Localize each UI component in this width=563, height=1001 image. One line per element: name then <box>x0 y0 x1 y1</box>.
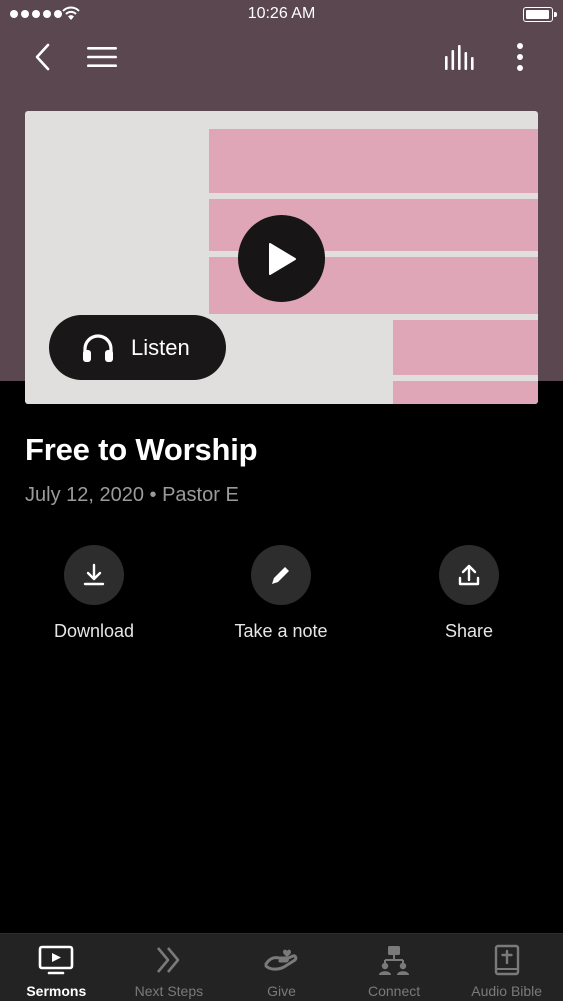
pencil-icon <box>272 567 289 584</box>
take-note-label: Take a note <box>234 621 328 641</box>
tab-connect[interactable]: Connect <box>338 934 451 1001</box>
people-network-icon <box>379 946 410 975</box>
tab-give-label: Give <box>267 983 296 999</box>
tv-play-icon <box>38 945 74 975</box>
tab-next-steps[interactable]: Next Steps <box>113 934 226 1001</box>
battery-icon <box>523 7 557 22</box>
sermon-title: Free to Worship <box>25 432 258 467</box>
hand-heart-icon <box>264 949 298 971</box>
more-options-button[interactable] <box>508 40 532 74</box>
play-button[interactable] <box>238 215 325 302</box>
bible-icon <box>494 944 519 976</box>
download-button[interactable]: Download <box>9 545 179 642</box>
tab-sermons-label: Sermons <box>26 983 87 999</box>
play-icon <box>268 242 296 275</box>
double-chevron-icon <box>156 947 180 973</box>
chevron-left-icon <box>35 43 50 71</box>
download-label: Download <box>53 621 135 641</box>
more-vertical-icon <box>517 43 523 71</box>
tab-connect-label: Connect <box>368 983 421 999</box>
share-icon <box>458 564 480 586</box>
equalizer-icon <box>445 45 474 70</box>
tab-give[interactable]: Give <box>225 934 338 1001</box>
status-bar: 10:26 AM <box>0 0 563 30</box>
share-label: Share <box>444 621 494 641</box>
menu-button[interactable] <box>84 42 120 72</box>
audio-levels-button[interactable] <box>441 42 479 74</box>
take-note-button[interactable]: Take a note <box>196 545 366 642</box>
status-time: 10:26 AM <box>247 5 316 22</box>
tab-sermons[interactable]: Sermons <box>0 934 113 1001</box>
tab-audio-bible[interactable]: Audio Bible <box>450 934 563 1001</box>
tab-audio-bible-label: Audio Bible <box>471 983 543 999</box>
download-icon <box>83 563 105 586</box>
tab-next-steps-label: Next Steps <box>134 983 204 999</box>
back-button[interactable] <box>26 40 58 74</box>
tab-bar: Sermons Next Steps Give Connect Audio Bi… <box>0 933 563 1001</box>
share-button[interactable]: Share <box>384 545 554 642</box>
headphones-icon <box>83 333 113 362</box>
sermon-meta: July 12, 2020 • Pastor E <box>25 484 239 506</box>
hamburger-menu-icon <box>87 47 117 67</box>
listen-button[interactable]: Listen <box>49 315 226 380</box>
listen-label: Listen <box>131 334 190 360</box>
